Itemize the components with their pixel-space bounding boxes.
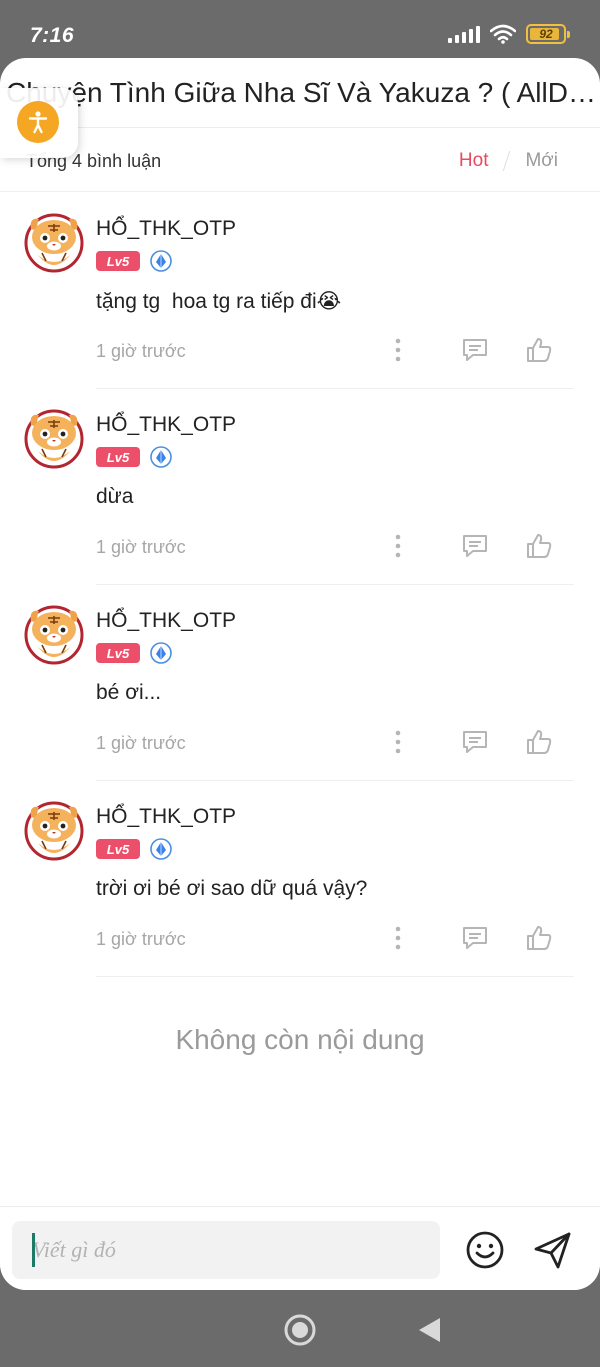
sort-tabs: Hot Mới xyxy=(459,150,558,172)
comments-sheet: Chuyện Tình Giữa Nha Sĩ Và Yakuza ? ( Al… xyxy=(0,58,600,1290)
title-row: Chuyện Tình Giữa Nha Sĩ Và Yakuza ? ( Al… xyxy=(0,58,600,128)
comment-input[interactable] xyxy=(12,1221,440,1279)
comment-item: HỔ_THK_OTP Lv5 bé ơi... 1 giờ trước xyxy=(0,585,600,781)
home-icon[interactable] xyxy=(283,1313,317,1347)
sort-tab-hot[interactable]: Hot xyxy=(459,150,489,172)
user-badges: Lv5 xyxy=(96,838,172,860)
signal-icon xyxy=(448,25,480,43)
accessibility-float[interactable] xyxy=(0,88,78,158)
comment-text: dừa xyxy=(96,485,134,508)
thumbs-up-icon xyxy=(527,338,552,362)
smiley-icon xyxy=(466,1231,504,1269)
comment-text: tặng tg hoa tg ra tiếp đi😭 xyxy=(96,290,342,313)
battery-icon: 92 xyxy=(526,24,570,44)
tiger-avatar-icon[interactable] xyxy=(22,797,86,861)
status-icons: 92 xyxy=(448,24,570,44)
more-options-button[interactable] xyxy=(381,529,415,563)
tiger-avatar-icon[interactable] xyxy=(22,405,86,469)
more-options-button[interactable] xyxy=(381,921,415,955)
comment-time: 1 giờ trước xyxy=(96,341,186,361)
summary-row: Tổng 4 bình luận Hot Mới xyxy=(0,128,600,192)
reply-icon xyxy=(463,731,487,753)
level-badge: Lv5 xyxy=(96,643,140,663)
shield-badge-icon xyxy=(150,250,172,272)
comment-text: trời ơi bé ơi sao dữ quá vậy? xyxy=(96,877,368,900)
back-icon[interactable] xyxy=(416,1316,442,1344)
sort-tab-new[interactable]: Mới xyxy=(525,150,558,172)
comment-time: 1 giờ trước xyxy=(96,537,186,557)
system-nav-bar xyxy=(0,1290,600,1367)
level-badge: Lv5 xyxy=(96,251,140,271)
thumbs-up-icon xyxy=(527,730,552,754)
reply-icon xyxy=(463,339,487,361)
story-title: Chuyện Tình Giữa Nha Sĩ Và Yakuza ? ( Al… xyxy=(6,77,600,108)
comment-username[interactable]: HỔ_THK_OTP xyxy=(96,413,236,437)
shield-badge-icon xyxy=(150,642,172,664)
like-button[interactable] xyxy=(522,725,556,759)
comment-text: bé ơi... xyxy=(96,681,162,704)
accessibility-icon xyxy=(28,111,48,134)
shield-badge-icon xyxy=(150,446,172,468)
user-badges: Lv5 xyxy=(96,642,172,664)
thumbs-up-icon xyxy=(527,534,552,558)
reply-button[interactable] xyxy=(458,725,492,759)
accessibility-button[interactable] xyxy=(17,101,59,143)
comment-divider xyxy=(96,976,574,977)
comment-composer xyxy=(0,1206,600,1290)
comment-time: 1 giờ trước xyxy=(96,929,186,949)
reply-button[interactable] xyxy=(458,333,492,367)
emoji-button[interactable] xyxy=(464,1229,506,1271)
battery-level: 92 xyxy=(539,27,553,41)
sort-divider xyxy=(503,151,511,171)
user-badges: Lv5 xyxy=(96,446,172,468)
more-options-button[interactable] xyxy=(381,333,415,367)
reply-button[interactable] xyxy=(458,921,492,955)
comment-username[interactable]: HỔ_THK_OTP xyxy=(96,805,236,829)
more-options-button[interactable] xyxy=(381,725,415,759)
comment-item: HỔ_THK_OTP Lv5 dừa 1 giờ trước xyxy=(0,389,600,585)
more-vertical-icon xyxy=(395,534,401,558)
comment-list: HỔ_THK_OTP Lv5 tặng tg hoa tg ra tiếp đi… xyxy=(0,193,600,977)
reply-icon xyxy=(463,535,487,557)
wifi-icon xyxy=(490,24,516,44)
like-button[interactable] xyxy=(522,333,556,367)
reply-button[interactable] xyxy=(458,529,492,563)
tiger-avatar-icon[interactable] xyxy=(22,209,86,273)
status-time: 7:16 xyxy=(30,24,75,47)
comment-time: 1 giờ trước xyxy=(96,733,186,753)
tiger-avatar-icon[interactable] xyxy=(22,601,86,665)
comment-username[interactable]: HỔ_THK_OTP xyxy=(96,217,236,241)
more-vertical-icon xyxy=(395,730,401,754)
more-vertical-icon xyxy=(395,338,401,362)
send-icon xyxy=(534,1232,571,1269)
level-badge: Lv5 xyxy=(96,447,140,467)
shield-badge-icon xyxy=(150,838,172,860)
more-vertical-icon xyxy=(395,926,401,950)
comment-item: HỔ_THK_OTP Lv5 tặng tg hoa tg ra tiếp đi… xyxy=(0,193,600,389)
level-badge: Lv5 xyxy=(96,839,140,859)
comment-item: HỔ_THK_OTP Lv5 trời ơi bé ơi sao dữ quá … xyxy=(0,781,600,977)
like-button[interactable] xyxy=(522,921,556,955)
text-caret xyxy=(32,1233,35,1267)
comment-username[interactable]: HỔ_THK_OTP xyxy=(96,609,236,633)
thumbs-up-icon xyxy=(527,926,552,950)
user-badges: Lv5 xyxy=(96,250,172,272)
reply-icon xyxy=(463,927,487,949)
like-button[interactable] xyxy=(522,529,556,563)
end-of-list-message: Không còn nội dung xyxy=(175,1024,425,1055)
send-button[interactable] xyxy=(532,1229,574,1271)
